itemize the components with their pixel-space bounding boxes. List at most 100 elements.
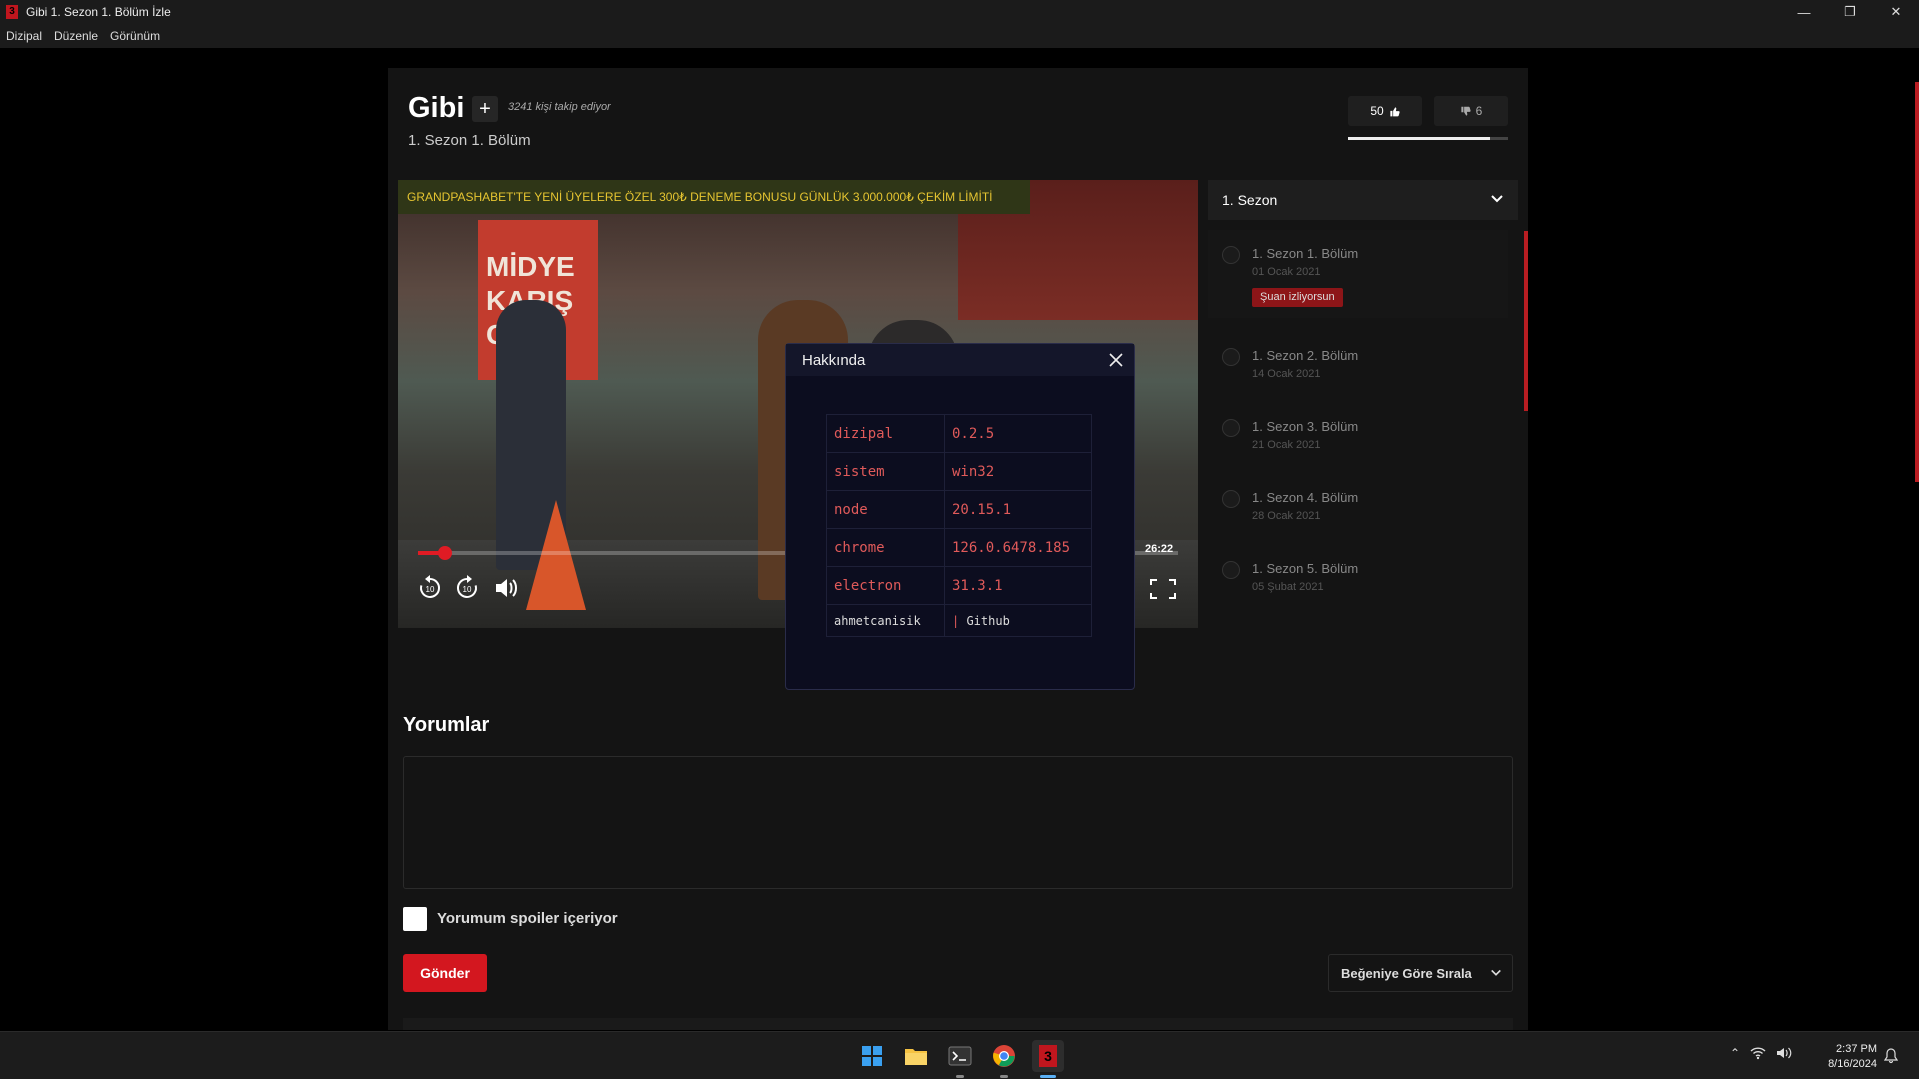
sort-select-value: Beğeniye Göre Sırala <box>1341 965 1472 981</box>
episode-title: 1. Sezon 2. Bölüm <box>1252 348 1359 363</box>
info-row: dizipal 0.2.5 <box>826 414 1092 453</box>
episode-item[interactable]: 1. Sezon 2. Bölüm 14 Ocak 2021 <box>1208 332 1508 402</box>
episode-radio[interactable] <box>1222 419 1240 437</box>
info-key: electron <box>826 566 945 605</box>
now-watching-badge: Şuan izliyorsun <box>1252 288 1343 307</box>
rating-bar <box>1348 137 1508 140</box>
spoiler-label: Yorumum spoiler içeriyor <box>437 910 618 927</box>
info-key: node <box>826 490 945 529</box>
episode-radio[interactable] <box>1222 246 1240 264</box>
taskbar: 3 ⌃ 2:37 PM 8/16/2024 <box>0 1031 1919 1079</box>
start-button[interactable] <box>856 1040 888 1072</box>
episode-list-scrollbar[interactable] <box>1524 231 1528 411</box>
info-row: sistem win32 <box>826 452 1092 491</box>
follower-count: 3241 kişi takip ediyor <box>508 101 611 113</box>
about-dialog-title: Hakkında <box>802 351 866 369</box>
show-title: Gibi <box>408 92 465 124</box>
info-value: 20.15.1 <box>944 490 1092 529</box>
scene-traffic-cone <box>526 500 586 610</box>
thumbs-down-icon <box>1461 106 1471 116</box>
dizipal-taskbar-button[interactable]: 3 <box>1032 1040 1064 1072</box>
episode-radio[interactable] <box>1222 561 1240 579</box>
episode-date: 14 Ocak 2021 <box>1252 368 1321 380</box>
menu-dizipal[interactable]: Dizipal <box>6 29 42 43</box>
dislike-count: 6 <box>1475 104 1483 118</box>
info-value: 0.2.5 <box>944 414 1092 453</box>
app-logo-icon: 3 <box>6 5 18 19</box>
like-button[interactable]: 50 <box>1348 96 1422 126</box>
info-key: chrome <box>826 528 945 567</box>
author-name[interactable]: ahmetcanisik <box>826 604 945 637</box>
info-row: chrome 126.0.6478.185 <box>826 528 1092 567</box>
volume-icon[interactable] <box>492 574 520 602</box>
dizipal-icon: 3 <box>1039 1045 1057 1067</box>
chevron-up-icon[interactable]: ⌃ <box>1730 1046 1740 1060</box>
rewind-label: 10 <box>426 585 435 594</box>
fullscreen-icon[interactable] <box>1149 578 1177 600</box>
minimize-button[interactable]: — <box>1781 0 1827 24</box>
comment-card <box>403 1018 1513 1030</box>
episode-title: 1. Sezon 5. Bölüm <box>1252 561 1359 576</box>
sort-select[interactable]: Beğeniye Göre Sırala <box>1328 954 1513 992</box>
close-button[interactable]: ✕ <box>1873 0 1919 24</box>
chevron-down-icon <box>1491 969 1501 976</box>
file-explorer-button[interactable] <box>900 1040 932 1072</box>
terminal-icon <box>948 1046 972 1066</box>
info-row: node 20.15.1 <box>826 490 1092 529</box>
github-link[interactable]: | Github <box>944 604 1092 637</box>
episode-item[interactable]: 1. Sezon 1. Bölüm 01 Ocak 2021 Şuan izli… <box>1208 230 1508 318</box>
running-indicator <box>1000 1075 1008 1078</box>
dislike-button[interactable]: 6 <box>1434 96 1508 126</box>
github-label: Github <box>966 613 1010 628</box>
season-select-value: 1. Sezon <box>1222 192 1278 208</box>
speaker-icon[interactable] <box>1776 1046 1792 1060</box>
episode-item[interactable]: 1. Sezon 5. Bölüm 05 Şubat 2021 <box>1208 545 1508 615</box>
notification-bell-icon[interactable] <box>1884 1048 1898 1064</box>
chrome-button[interactable] <box>988 1040 1020 1072</box>
link-separator-icon: | <box>952 613 967 628</box>
episode-item[interactable]: 1. Sezon 4. Bölüm 28 Ocak 2021 <box>1208 474 1508 544</box>
close-icon[interactable] <box>1106 350 1126 370</box>
terminal-button[interactable] <box>944 1040 976 1072</box>
episode-title: 1. Sezon 4. Bölüm <box>1252 490 1359 505</box>
clock-date: 8/16/2024 <box>1828 1058 1877 1070</box>
episode-title: 1. Sezon 3. Bölüm <box>1252 419 1359 434</box>
follow-button[interactable]: + <box>472 96 498 122</box>
episode-date: 01 Ocak 2021 <box>1252 266 1321 278</box>
about-dialog: Hakkında dizipal 0.2.5 sistem win32 node 20… <box>785 343 1135 690</box>
comments-title: Yorumlar <box>403 714 490 736</box>
about-info-table: dizipal 0.2.5 sistem win32 node 20.15.1 chr… <box>826 414 1092 637</box>
about-dialog-header: Hakkında <box>786 344 1134 376</box>
chevron-down-icon <box>1491 195 1503 203</box>
window-title: Gibi 1. Sezon 1. Bölüm İzle <box>26 5 171 19</box>
rewind-10-icon[interactable]: 10 <box>416 574 444 602</box>
send-button[interactable]: Gönder <box>403 954 487 992</box>
menu-gorunum[interactable]: Görünüm <box>110 29 160 43</box>
wifi-icon[interactable] <box>1750 1046 1766 1060</box>
page-scrollbar[interactable] <box>1915 82 1919 482</box>
episode-radio[interactable] <box>1222 348 1240 366</box>
progress-handle[interactable] <box>438 546 452 560</box>
comment-input[interactable] <box>403 756 1513 889</box>
folder-icon <box>905 1049 927 1065</box>
clock-time: 2:37 PM <box>1836 1043 1877 1055</box>
episode-list[interactable]: 1. Sezon 1. Bölüm 01 Ocak 2021 Şuan izli… <box>1208 230 1518 628</box>
episode-date: 28 Ocak 2021 <box>1252 510 1321 522</box>
rating-bar-fill <box>1348 137 1491 140</box>
episode-title: 1. Sezon 1. Bölüm <box>1252 246 1359 261</box>
spoiler-checkbox[interactable] <box>403 907 427 931</box>
episode-item[interactable]: 1. Sezon 3. Bölüm 21 Ocak 2021 <box>1208 403 1508 473</box>
info-key: dizipal <box>826 414 945 453</box>
episode-radio[interactable] <box>1222 490 1240 508</box>
forward-10-icon[interactable]: 10 <box>453 574 481 602</box>
title-bar: 3 Gibi 1. Sezon 1. Bölüm İzle — ❐ ✕ <box>0 0 1919 24</box>
episode-date: 21 Ocak 2021 <box>1252 439 1321 451</box>
ad-banner[interactable]: GRANDPASHABET'TE YENİ ÜYELERE ÖZEL 300₺ … <box>398 180 1030 214</box>
chrome-icon <box>993 1045 1015 1067</box>
like-count: 50 <box>1370 104 1384 118</box>
clock[interactable]: 2:37 PM 8/16/2024 <box>1815 1042 1877 1072</box>
info-value: win32 <box>944 452 1092 491</box>
menu-duzenle[interactable]: Düzenle <box>54 29 98 43</box>
restore-button[interactable]: ❐ <box>1827 0 1873 24</box>
season-select[interactable]: 1. Sezon <box>1208 180 1518 220</box>
